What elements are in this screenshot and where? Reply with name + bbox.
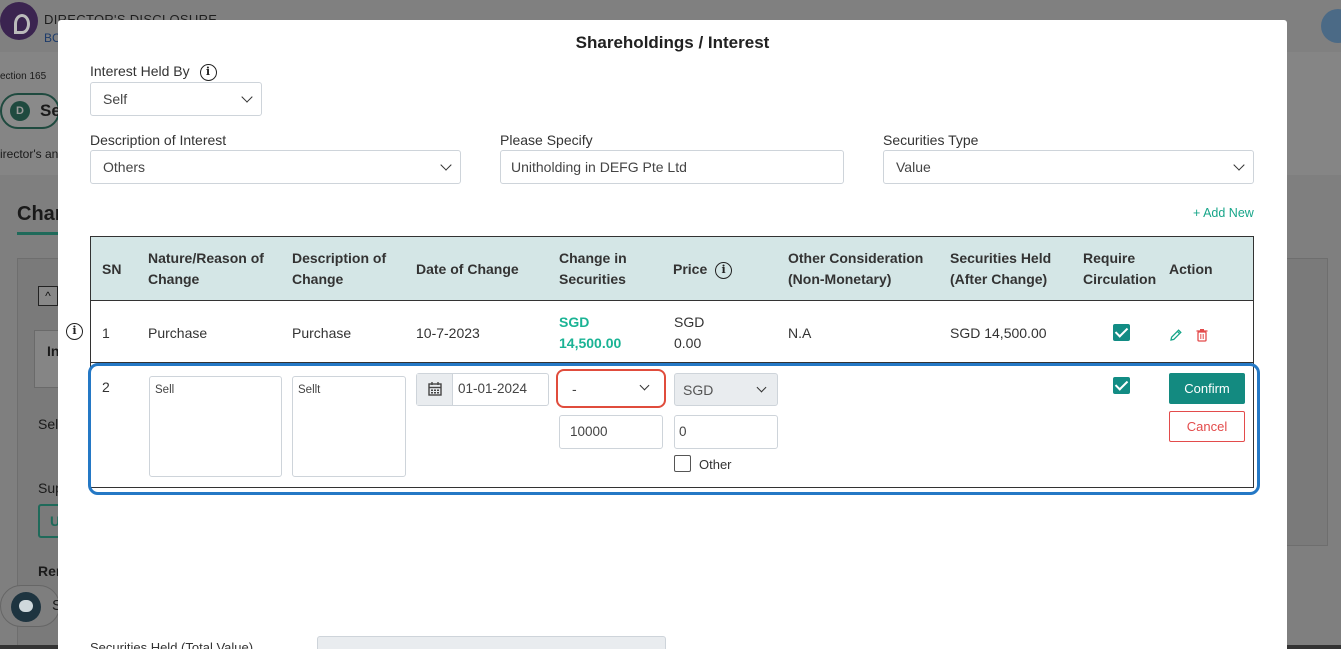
securities-type-value: Value — [896, 159, 931, 175]
background-sel-text: Sel — [38, 416, 59, 432]
table-row: 1 Purchase Purchase 10-7-2023 SGD 14,500… — [91, 301, 1253, 363]
row1-securities-held: SGD 14,500.00 — [950, 325, 1047, 341]
edit-icon[interactable] — [1169, 328, 1183, 342]
row1-other-consideration: N.A — [788, 325, 812, 341]
row1-price-currency: SGD — [674, 314, 705, 330]
header-nature-line2: Change — [148, 271, 200, 287]
header-nature: Nature/Reason of Change — [148, 248, 264, 290]
header-other-consideration: Other Consideration (Non-Monetary) — [788, 248, 923, 290]
editing-row-highlight — [88, 363, 1260, 495]
header-action: Action — [1169, 261, 1213, 277]
please-specify-label: Please Specify — [500, 132, 593, 148]
row1-change: SGD 14,500.00 — [559, 312, 621, 354]
row1-description: Purchase — [292, 325, 352, 341]
background-card-right — [1286, 258, 1328, 546]
info-icon[interactable]: i — [715, 261, 733, 279]
interest-held-by-select[interactable]: Self — [90, 82, 262, 116]
app-logo — [0, 2, 38, 40]
row1-nature: Purchase — [148, 325, 208, 341]
header-securities-held: Securities Held (After Change) — [950, 248, 1051, 290]
director-badge: D Se — [0, 93, 61, 129]
header-change-line2: Securities — [559, 271, 626, 287]
row1-change-currency: SGD — [559, 314, 590, 330]
securities-type-select[interactable]: Value — [883, 150, 1254, 184]
header-other-line1: Other Consideration — [788, 250, 924, 266]
row1-sn: 1 — [102, 325, 110, 341]
header-change: Change in Securities — [559, 248, 627, 290]
header-price: Price i — [673, 259, 733, 280]
interest-held-by-value: Self — [103, 91, 128, 107]
badge-letter: D — [10, 101, 30, 121]
directors-text: irector's an — [0, 147, 59, 161]
changes-underline — [17, 232, 61, 235]
chevron-down-icon — [440, 159, 452, 171]
header-require-line2: Circulation — [1083, 271, 1157, 287]
info-icon[interactable]: i — [66, 323, 83, 341]
interest-held-by-text: Interest Held By — [90, 63, 190, 79]
row1-price: SGD 0.00 — [674, 312, 704, 354]
shareholdings-modal: Shareholdings / Interest Interest Held B… — [58, 20, 1287, 649]
row1-require-circulation-checkbox[interactable] — [1113, 324, 1130, 341]
table-header: SN Nature/Reason of Change Description o… — [91, 237, 1253, 301]
row1-change-amount: 14,500.00 — [559, 335, 622, 351]
header-date: Date of Change — [416, 261, 519, 277]
header-description-line1: Description of — [292, 250, 387, 266]
description-of-interest-select[interactable]: Others — [90, 150, 461, 184]
securities-type-label: Securities Type — [883, 132, 979, 148]
description-of-interest-value: Others — [103, 159, 146, 175]
chevron-down-icon — [1233, 159, 1245, 171]
chevron-down-icon — [241, 91, 253, 103]
header-other-line2: (Non-Monetary) — [788, 271, 892, 287]
please-specify-input[interactable]: Unitholding in DEFG Pte Ltd — [500, 150, 844, 184]
header-price-text: Price — [673, 261, 708, 277]
securities-held-total-label: Securities Held (Total Value) — [90, 640, 254, 649]
description-of-interest-label: Description of Interest — [90, 132, 227, 148]
row1-price-amount: 0.00 — [674, 335, 702, 351]
changes-heading: Char — [17, 203, 63, 225]
header-change-line1: Change in — [559, 250, 627, 266]
header-description-line2: Change — [292, 271, 344, 287]
interest-held-by-label: Interest Held By i — [90, 63, 217, 81]
trash-icon[interactable] — [1195, 328, 1209, 342]
info-icon[interactable]: i — [199, 63, 217, 81]
header-held-line2: (After Change) — [950, 271, 1048, 287]
header-held-line1: Securities Held — [950, 250, 1052, 266]
header-description: Description of Change — [292, 248, 386, 290]
header-sn: SN — [102, 261, 122, 277]
row-info: i — [66, 323, 83, 341]
header-require-line1: Require — [1083, 250, 1136, 266]
row1-date: 10-7-2023 — [416, 325, 480, 341]
header-require-circulation: Require Circulation — [1083, 248, 1156, 290]
modal-title: Shareholdings / Interest — [575, 33, 770, 52]
add-new-link[interactable]: + Add New — [1193, 206, 1254, 220]
header-nature-line1: Nature/Reason of — [148, 250, 264, 266]
securities-held-total-field — [317, 636, 666, 649]
section-label: ection 165 — [0, 71, 47, 82]
chat-icon[interactable] — [11, 592, 41, 622]
collapse-icon[interactable]: ^ — [38, 286, 58, 306]
